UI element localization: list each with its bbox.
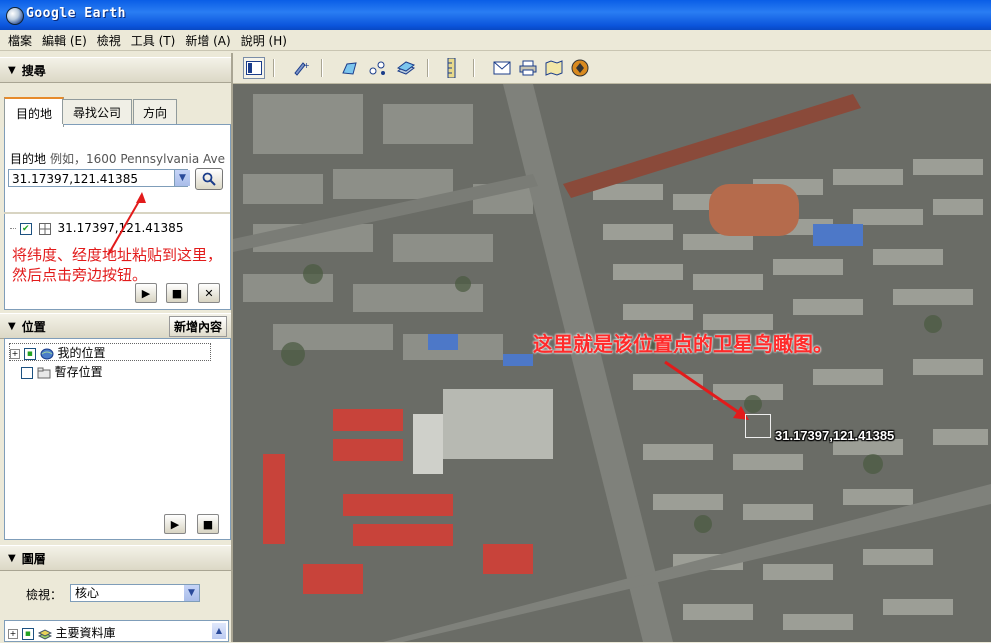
folder-icon (37, 367, 51, 379)
svg-text:+: + (303, 61, 309, 70)
layers-tree: + ▪ 主要資料庫 ▲ (4, 620, 229, 642)
places-stop-button[interactable]: ■ (197, 514, 219, 534)
primary-db-checkbox[interactable]: ▪ (21, 627, 34, 640)
ruler-icon[interactable] (441, 57, 463, 79)
clear-results-button[interactable]: ✕ (198, 283, 220, 303)
places-panel-title: 位置 (21, 319, 46, 334)
stop-button[interactable]: ■ (166, 283, 188, 303)
email-icon[interactable] (491, 57, 513, 79)
map-view[interactable]: 31.17397,121.41385 这里就是该位置点的卫星鸟瞰图。 (233, 84, 991, 642)
scroll-up-icon[interactable]: ▲ (212, 623, 226, 639)
layers-panel-header[interactable]: ▼ 圖層 (0, 545, 231, 571)
layers-panel-title: 圖層 (21, 551, 46, 566)
toolbar: + (233, 53, 991, 84)
globe-folder-icon (40, 348, 54, 360)
overlay-add-icon[interactable] (395, 57, 417, 79)
view-select[interactable]: 核心 ▼ (70, 584, 200, 602)
annotation-arrow-left (107, 192, 146, 256)
my-places-checkbox[interactable]: ▪ (23, 347, 36, 360)
places-panel-header[interactable]: ▼ 位置 新增內容 (0, 313, 231, 339)
layers-panel: 檢視： 核心 ▼ + ▪ 主要資料庫 ▲ (4, 572, 229, 642)
sidebar-toggle-icon[interactable] (243, 57, 265, 79)
list-item[interactable]: + ▪ 我的位置 (9, 343, 211, 361)
collapse-triangle-icon: ▼ (8, 320, 16, 332)
play-tour-button[interactable]: ▶ (135, 283, 157, 303)
expand-icon: + (8, 628, 18, 639)
view-label: 檢視： (26, 588, 63, 602)
places-play-button[interactable]: ▶ (164, 514, 186, 534)
places-tree: + ▪ 我的位置 暫存位置 (4, 338, 231, 540)
chevron-down-icon: ▼ (184, 585, 199, 601)
path-add-icon[interactable] (367, 57, 389, 79)
sky-switch-icon[interactable] (569, 57, 591, 79)
polygon-add-icon[interactable] (339, 57, 361, 79)
temp-places-checkbox[interactable] (21, 366, 33, 379)
print-icon[interactable] (517, 57, 539, 79)
list-item[interactable]: + ▪ 主要資料庫 (8, 624, 116, 641)
list-item[interactable]: 暫存位置 (21, 363, 103, 380)
menu-help[interactable]: 說明 (H) (241, 32, 287, 49)
placemark-marker[interactable] (745, 414, 771, 438)
add-content-button[interactable]: 新增內容 (168, 316, 227, 337)
annotation-satellite-view: 这里就是该位置点的卫星鸟瞰图。 (533, 332, 833, 356)
satellite-imagery (233, 84, 991, 642)
layers-stack-icon (37, 628, 52, 640)
google-maps-icon[interactable] (543, 57, 565, 79)
collapse-triangle-icon: ▼ (8, 552, 16, 564)
placemark-add-icon[interactable]: + (289, 57, 311, 79)
placemark-label[interactable]: 31.17397,121.41385 (775, 428, 894, 443)
expand-icon: + (10, 348, 20, 359)
